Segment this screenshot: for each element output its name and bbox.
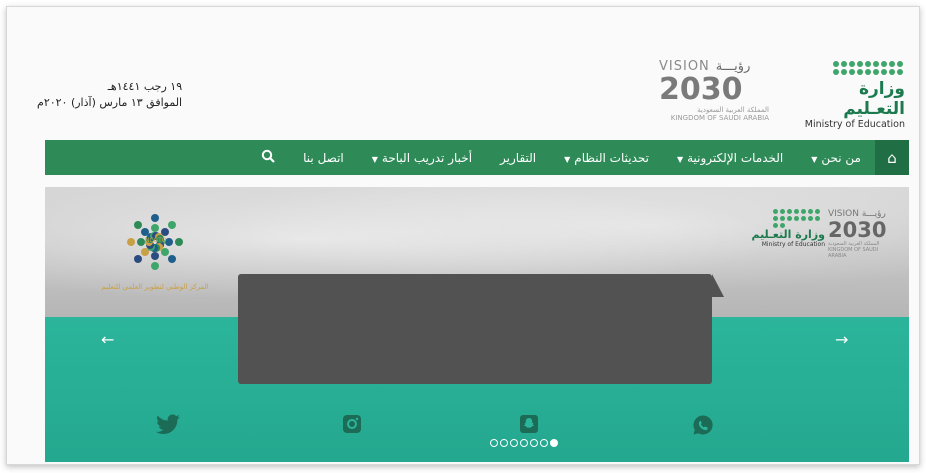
ncgto-center-text: NCGTO bbox=[145, 237, 167, 244]
ncgto-dots-icon: NCGTO bbox=[120, 207, 190, 277]
ncgto-label: المركز الوطني لتطوير العلمي للتعليم bbox=[101, 283, 209, 291]
banner-vision-year: 2030 bbox=[828, 218, 887, 242]
nav-item-reports[interactable]: التقارير bbox=[486, 151, 550, 165]
ministry-name-ar: وزارة التعـليم bbox=[843, 79, 905, 119]
search-icon bbox=[261, 149, 275, 163]
vision-year: 2030 bbox=[659, 72, 743, 107]
slider-next-button[interactable]: → bbox=[835, 330, 848, 349]
content-panel bbox=[238, 274, 712, 384]
date-hijri: ١٩ رجب ١٤٤١هـ bbox=[107, 80, 183, 93]
slider-prev-button[interactable]: ← bbox=[101, 330, 114, 349]
nav-item-label: تحديثات النظام bbox=[574, 150, 649, 165]
twitter-link[interactable] bbox=[155, 414, 181, 441]
nav-item-label: اتصل بنا bbox=[303, 150, 344, 165]
banner-vision-logo: VISION رؤيـــة 2030 المملكة العربية السع… bbox=[828, 209, 898, 259]
snapchat-link[interactable] bbox=[519, 414, 539, 439]
vision-ksa-en: KINGDOM OF SAUDI ARABIA bbox=[670, 114, 769, 122]
whatsapp-icon bbox=[693, 415, 713, 435]
header-date: ١٩ رجب ١٤٤١هـ الموافق ١٣ مارس (آذار) ٢٠٢… bbox=[37, 79, 182, 111]
ministry-logo[interactable]: وزارة التعـليم Ministry of Education bbox=[795, 61, 905, 130]
ncgto-logo: NCGTO المركز الوطني لتطوير العلمي للتعلي… bbox=[85, 207, 225, 291]
slide-indicator-dot[interactable] bbox=[490, 439, 498, 447]
nav-item-news[interactable]: أخبار تدريب الباحة▼ bbox=[358, 151, 486, 165]
slide-indicator-dot[interactable] bbox=[530, 439, 538, 447]
slide-indicator-dot[interactable] bbox=[540, 439, 548, 447]
search-button[interactable] bbox=[247, 149, 289, 167]
caret-down-icon: ▼ bbox=[811, 154, 818, 164]
twitter-icon bbox=[156, 414, 180, 434]
nav-item-eservices[interactable]: الخدمات الإلكترونية▼ bbox=[663, 151, 797, 165]
slider-indicators bbox=[490, 439, 558, 447]
banner-ministry-en: Ministry of Education bbox=[761, 241, 825, 248]
nav-item-updates[interactable]: تحديثات النظام▼ bbox=[550, 151, 663, 165]
home-icon: ⌂ bbox=[887, 148, 897, 167]
slide-indicator-dot[interactable] bbox=[520, 439, 528, 447]
slide-indicator-dot[interactable] bbox=[510, 439, 518, 447]
hero-slider: NCGTO المركز الوطني لتطوير العلمي للتعلي… bbox=[45, 187, 909, 462]
date-gregorian: الموافق ١٣ مارس (آذار) ٢٠٢٠م bbox=[37, 96, 183, 109]
arrow-left-icon: ← bbox=[101, 330, 115, 349]
banner-ministry-logo: وزارة التعـليم Ministry of Education bbox=[725, 209, 825, 248]
ministry-name-en: Ministry of Education bbox=[804, 119, 905, 130]
snapchat-icon bbox=[520, 415, 538, 433]
slide-indicator-dot[interactable] bbox=[550, 439, 558, 447]
nav-item-about[interactable]: من نحن▼ bbox=[797, 151, 875, 165]
nav-item-label: من نحن bbox=[821, 150, 861, 165]
nav-item-label: الخدمات الإلكترونية bbox=[687, 150, 784, 165]
slide-indicator-dot[interactable] bbox=[500, 439, 508, 447]
main-nav: ⌂ من نحن▼ الخدمات الإلكترونية▼ تحديثات ا… bbox=[45, 140, 909, 175]
caret-down-icon: ▼ bbox=[676, 154, 684, 164]
nav-item-label: التقارير bbox=[500, 150, 537, 165]
page-frame: ١٩ رجب ١٤٤١هـ الموافق ١٣ مارس (آذار) ٢٠٢… bbox=[6, 6, 920, 465]
instagram-link[interactable] bbox=[342, 414, 362, 439]
caret-down-icon: ▼ bbox=[371, 154, 378, 164]
nav-item-label: أخبار تدريب الباحة bbox=[381, 150, 473, 165]
nav-item-contact[interactable]: اتصل بنا bbox=[289, 151, 358, 165]
vision-ksa-ar: المملكة العربية السعودية bbox=[697, 106, 769, 114]
ministry-dots-icon bbox=[833, 61, 905, 75]
banner-ministry-dots-icon bbox=[773, 209, 825, 228]
arrow-right-icon: → bbox=[835, 330, 849, 349]
vision-2030-logo: VISION رؤيـــة 2030 المملكة العربية السعو… bbox=[659, 59, 769, 129]
banner-vision-ksa-en: KINGDOM OF SAUDI ARABIA bbox=[828, 247, 879, 259]
banner-ministry-ar: وزارة التعـليم bbox=[751, 228, 825, 241]
instagram-icon bbox=[343, 415, 361, 433]
caret-down-icon: ▼ bbox=[564, 154, 571, 164]
whatsapp-link[interactable] bbox=[692, 414, 714, 441]
home-button[interactable]: ⌂ bbox=[875, 140, 909, 175]
